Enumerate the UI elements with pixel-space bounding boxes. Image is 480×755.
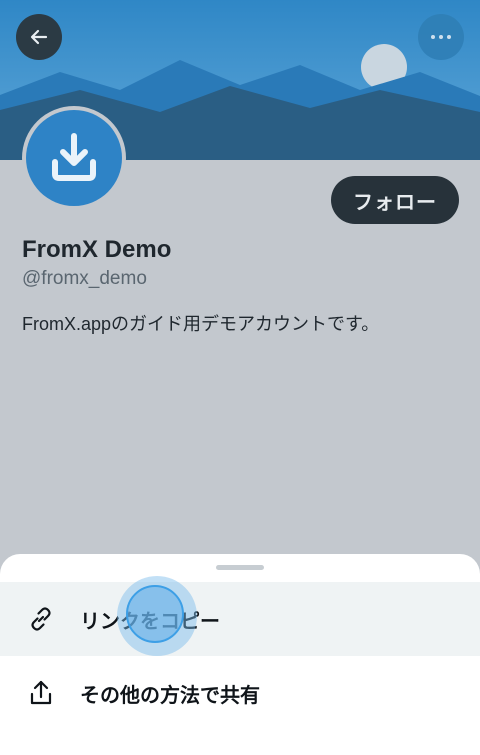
copy-link-item[interactable]: リンクをコピー: [0, 582, 480, 656]
profile-bio: FromX.appのガイド用デモアカウントです。: [22, 314, 380, 334]
sheet-grabber[interactable]: [216, 565, 264, 570]
more-horizontal-icon: [431, 35, 451, 39]
share-icon: [26, 678, 56, 708]
share-other-label: その他の方法で共有: [80, 684, 260, 707]
avatar-image: [26, 110, 122, 206]
download-icon: [52, 133, 96, 181]
arrow-left-icon: [30, 29, 48, 45]
display-name: FromX Demo: [22, 236, 172, 263]
follow-button[interactable]: フォロー: [331, 176, 459, 224]
user-handle: @fromx_demo: [22, 268, 147, 289]
link-icon: [26, 604, 56, 634]
avatar[interactable]: [22, 106, 126, 210]
share-other-item[interactable]: その他の方法で共有: [0, 656, 480, 730]
copy-link-label: リンクをコピー: [80, 610, 220, 633]
share-bottom-sheet: リンクをコピー その他の方法で共有: [0, 554, 480, 755]
more-button[interactable]: [418, 14, 464, 60]
back-button[interactable]: [16, 14, 62, 60]
